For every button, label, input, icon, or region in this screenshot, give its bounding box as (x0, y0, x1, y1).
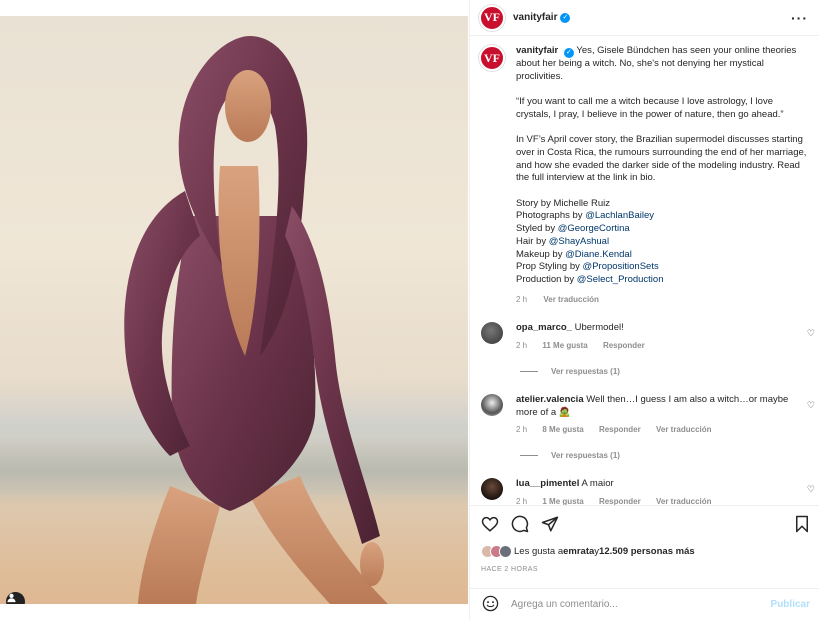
credit-handle-link[interactable]: @GeorgeCortina (558, 223, 630, 234)
caption-username[interactable]: vanityfair (516, 45, 558, 56)
share-send-icon[interactable] (541, 515, 559, 533)
verified-badge-icon: ✓ (563, 48, 574, 58)
comments-scroll-area[interactable]: VF vanityfair ✓ Yes, Gisele Bündchen has… (470, 37, 819, 505)
likers-avatars[interactable] (481, 545, 512, 558)
account-username[interactable]: vanityfair (513, 12, 557, 23)
caption-time: 2 h (516, 294, 528, 304)
post-sidebar: VF vanityfair ✓ ··· VF vanityfair ✓ Yes,… (469, 0, 819, 620)
comment-bubble-icon[interactable] (511, 515, 529, 533)
comment-item: atelier.valencia Well then…I guess I am … (479, 394, 819, 434)
credit-line: Makeup by @Diane.Kendal (516, 248, 632, 260)
comment-time: 2 h (516, 340, 528, 350)
commenter-username[interactable]: lua__pimentel (516, 478, 579, 489)
credit-line: Story by Michelle Ruiz (516, 197, 610, 209)
credit-handle-link[interactable]: @Select_Production (577, 274, 664, 285)
account-avatar[interactable]: VF (479, 4, 505, 31)
credit-line: Hair by @ShayAshual (516, 235, 610, 247)
credit-handle-link[interactable]: @PropositionSets (583, 261, 659, 272)
post-header: VF vanityfair ✓ ··· (470, 0, 819, 36)
caption-translate-link[interactable]: Ver traducción (543, 295, 599, 304)
comment-text: opa_marco_ Ubermodel! (516, 322, 624, 333)
comment-meta: 2 h 1 Me gusta Responder Ver traducción (516, 497, 819, 505)
commenter-avatar[interactable] (481, 478, 503, 500)
emoji-icon[interactable] (482, 595, 499, 615)
comment-like-heart-icon[interactable]: ♡ (807, 328, 815, 339)
comment-text: lua__pimentel A maior (516, 478, 614, 489)
likes-summary: Les gusta a emrata y 12.509 personas más (481, 545, 695, 558)
caption-text: vanityfair ✓ Yes, Gisele Bündchen has se… (516, 45, 809, 287)
comment-meta: 2 h 11 Me gusta Responder (516, 341, 819, 350)
commenter-avatar[interactable] (481, 394, 503, 416)
credit-line: Production by @Select_Production (516, 273, 664, 285)
comment-item: opa_marco_ Ubermodel! 2 h 11 Me gusta Re… (479, 322, 819, 350)
save-bookmark-icon[interactable] (794, 515, 810, 533)
credit-line: Styled by @GeorgeCortina (516, 223, 630, 235)
commenter-avatar[interactable] (481, 322, 503, 344)
post-actions: Les gusta a emrata y 12.509 personas más… (470, 505, 819, 575)
likes-count-link[interactable]: 12.509 personas más (599, 546, 695, 557)
view-replies-button[interactable]: Ver respuestas (1) (520, 451, 620, 460)
view-replies-button[interactable]: Ver respuestas (1) (520, 367, 620, 376)
credit-handle-link[interactable]: @LachlanBailey (585, 210, 654, 221)
comment-meta: 2 h 8 Me gusta Responder Ver traducción (516, 425, 819, 434)
comment-item: lua__pimentel A maior 2 h 1 Me gusta Res… (479, 478, 819, 505)
caption-credits: Story by Michelle Ruiz Photographs by @L… (516, 198, 809, 287)
post-photo[interactable] (0, 16, 468, 604)
comment-likes-link[interactable]: 11 Me gusta (542, 341, 587, 350)
caption-meta: 2 h Ver traducción (516, 295, 809, 304)
caption-intro: Yes, Gisele Bündchen has seen your onlin… (516, 45, 797, 82)
comment-likes-link[interactable]: 1 Me gusta (542, 497, 583, 505)
commenter-username[interactable]: atelier.valencia (516, 394, 584, 405)
comment-translate-link[interactable]: Ver traducción (656, 425, 712, 434)
comment-reply-button[interactable]: Responder (603, 341, 645, 350)
caption-story: In VF’s April cover story, the Brazilian… (516, 134, 807, 184)
liker-username-link[interactable]: emrata (563, 546, 594, 557)
comment-text: atelier.valencia Well then…I guess I am … (516, 394, 789, 418)
photo-figure (124, 36, 388, 604)
comment-likes-link[interactable]: 8 Me gusta (542, 425, 583, 434)
comment-like-heart-icon[interactable]: ♡ (807, 484, 815, 495)
add-comment-bar: Agrega un comentario... Publicar (470, 588, 819, 620)
credit-handle-link[interactable]: @Diane.Kendal (565, 249, 632, 260)
credit-line: Photographs by @LachlanBailey (516, 210, 654, 222)
commenter-username[interactable]: opa_marco_ (516, 322, 572, 333)
post-caption: VF vanityfair ✓ Yes, Gisele Bündchen has… (479, 45, 809, 304)
comment-reply-button[interactable]: Responder (599, 425, 641, 434)
post-timestamp: HACE 2 HORAS (481, 566, 538, 573)
credit-line: Prop Styling by @PropositionSets (516, 261, 659, 273)
user-tag-icon[interactable] (6, 592, 25, 604)
comment-time: 2 h (516, 496, 528, 505)
caption-quote: “If you want to call me a witch because … (516, 96, 784, 120)
more-options-icon[interactable]: ··· (791, 10, 808, 26)
comment-reply-button[interactable]: Responder (599, 497, 641, 505)
credit-handle-link[interactable]: @ShayAshual (549, 236, 609, 247)
comment-like-heart-icon[interactable]: ♡ (807, 400, 815, 411)
verified-badge-icon: ✓ (560, 12, 571, 23)
comment-time: 2 h (516, 425, 528, 435)
comment-translate-link[interactable]: Ver traducción (656, 497, 712, 505)
comment-input[interactable]: Agrega un comentario... (511, 599, 771, 610)
like-heart-icon[interactable] (481, 515, 499, 533)
caption-avatar[interactable]: VF (479, 45, 505, 71)
publish-button[interactable]: Publicar (771, 599, 810, 610)
